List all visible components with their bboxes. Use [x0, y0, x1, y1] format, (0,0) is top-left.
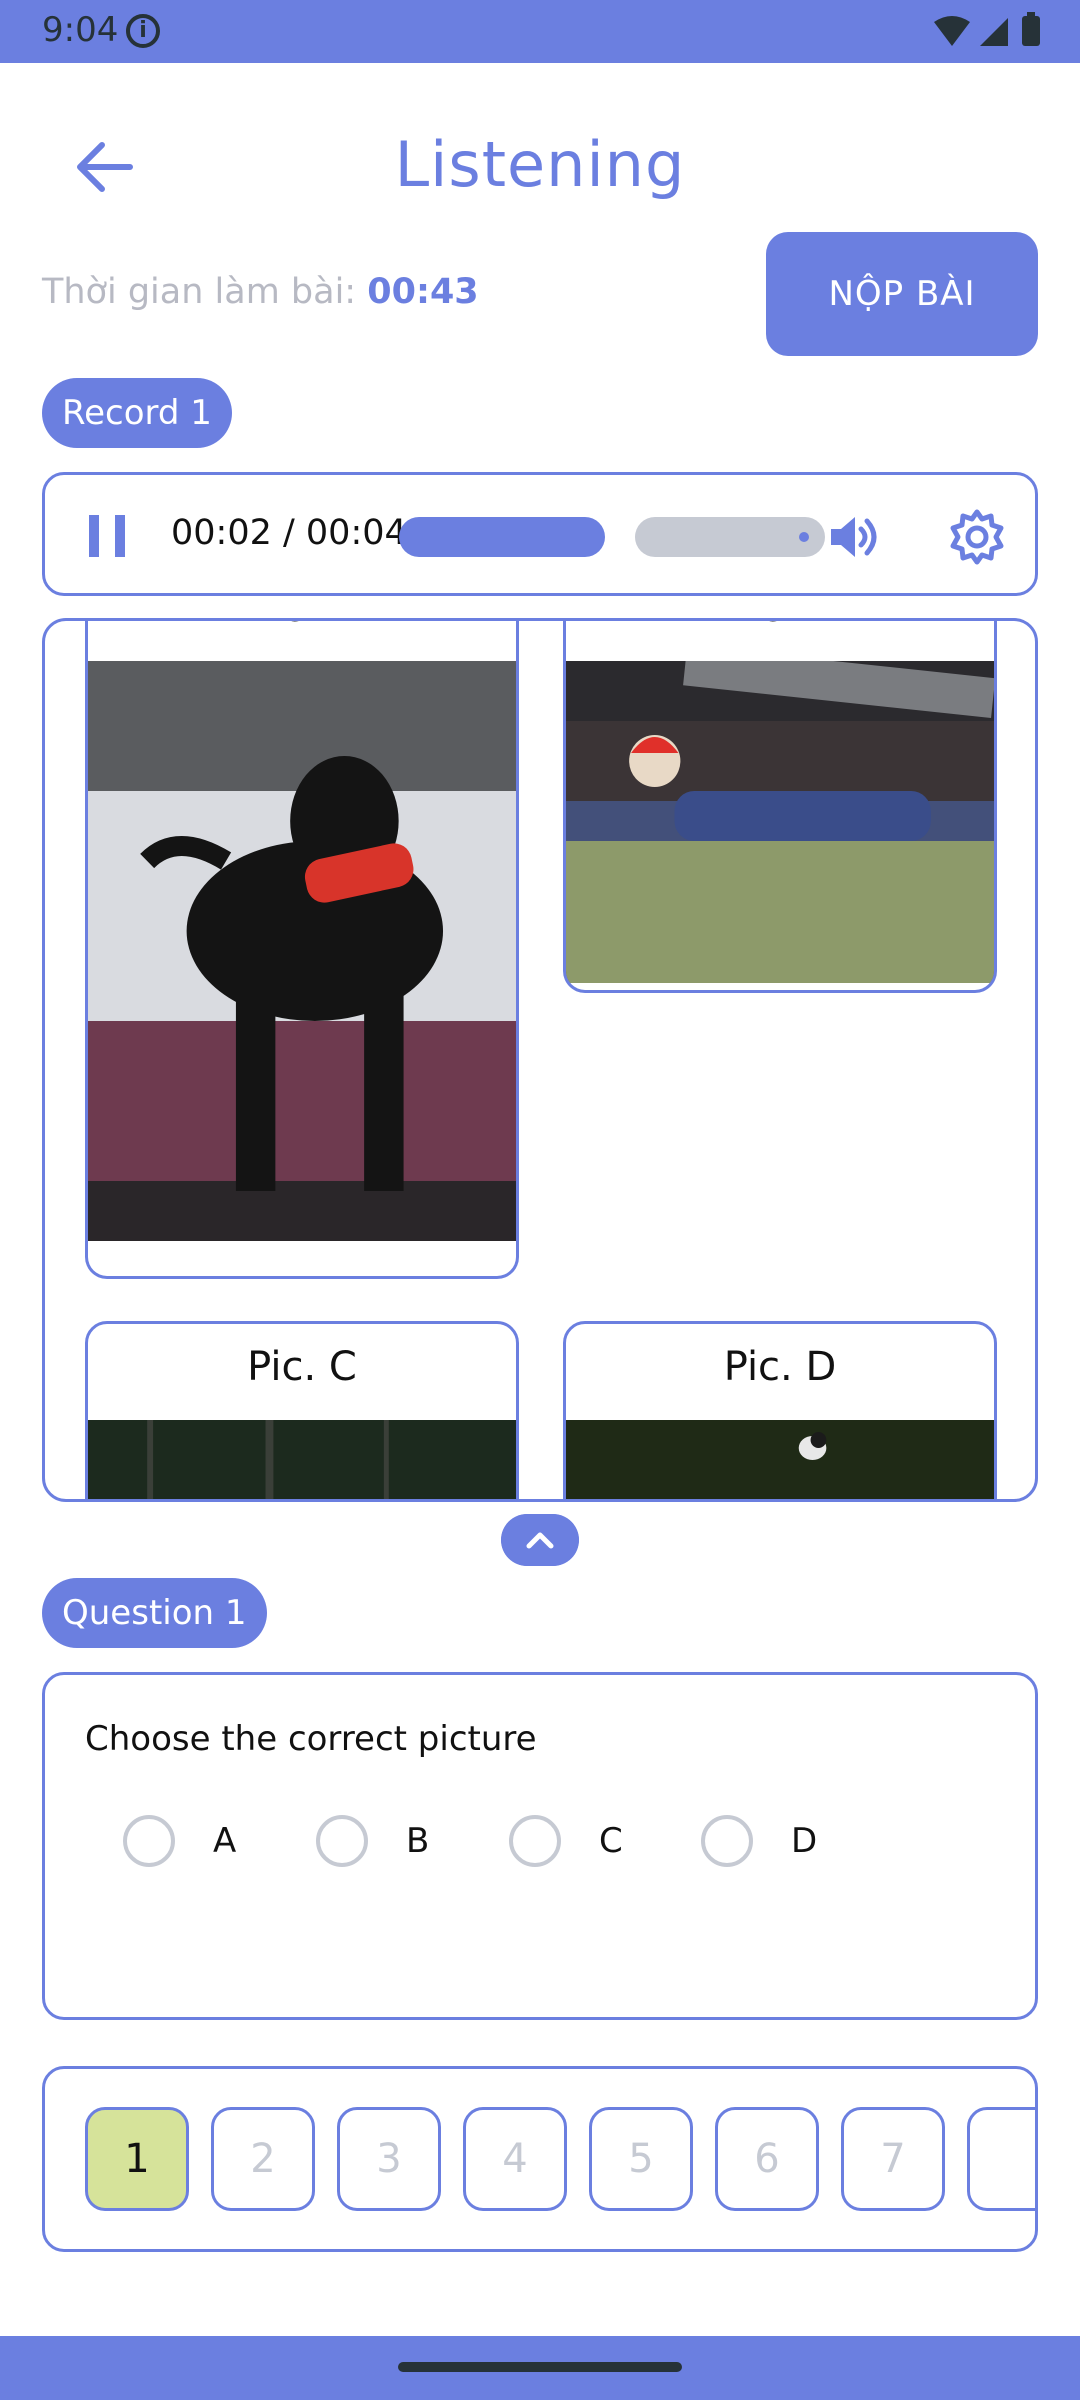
home-handle[interactable]	[398, 2362, 682, 2372]
picture-caption: Pic. C	[247, 1344, 357, 1390]
question-number-button-partial[interactable]	[967, 2107, 1035, 2211]
picture-image-dog	[88, 661, 516, 1241]
question-navigator[interactable]: 1 2 3 4 5 6 7	[42, 2066, 1038, 2252]
submit-button[interactable]: NỘP BÀI	[766, 232, 1038, 356]
question-prompt: Choose the correct picture	[85, 1719, 537, 1759]
audio-time: 00:02 / 00:04	[171, 513, 407, 553]
question-number-button[interactable]: 6	[715, 2107, 819, 2211]
radio-button[interactable]	[316, 1815, 368, 1867]
question-number-button[interactable]: 3	[337, 2107, 441, 2211]
navigation-bar	[0, 2336, 1080, 2400]
audio-player: 00:02 / 00:04	[42, 472, 1038, 596]
timer-value: 00:43	[367, 272, 479, 312]
option-c[interactable]: C	[509, 1815, 623, 1867]
picture-gallery[interactable]: Pic. A Pic. B Pic. C	[42, 618, 1038, 1502]
pause-icon[interactable]	[89, 515, 125, 557]
collapse-chevron-up-icon[interactable]	[501, 1514, 579, 1566]
audio-seek-track[interactable]	[635, 517, 825, 557]
settings-gear-icon[interactable]	[947, 507, 1007, 567]
option-a[interactable]: A	[123, 1815, 236, 1867]
option-label: B	[406, 1821, 430, 1861]
battery-icon	[1022, 16, 1040, 46]
picture-caption: Pic. B	[566, 621, 994, 631]
status-bar: 9:04 i	[0, 0, 1080, 63]
question-number-button[interactable]: 5	[589, 2107, 693, 2211]
system-icons	[934, 12, 1040, 46]
option-d[interactable]: D	[701, 1815, 817, 1867]
question-number-button[interactable]: 7	[841, 2107, 945, 2211]
option-label: A	[213, 1821, 237, 1861]
question-card: Choose the correct picture A B C D	[42, 1672, 1038, 2020]
question-number-button[interactable]: 4	[463, 2107, 567, 2211]
timer-label: Thời gian làm bài:	[42, 272, 357, 312]
wifi-icon	[934, 16, 970, 46]
radio-button[interactable]	[509, 1815, 561, 1867]
picture-caption: Pic. A	[88, 621, 516, 631]
record-label: Record 1	[42, 378, 232, 448]
question-label: Question 1	[42, 1578, 267, 1648]
picture-image-man-lying	[566, 661, 994, 983]
picture-card-a[interactable]: Pic. A	[85, 621, 519, 1279]
question-number-button[interactable]: 2	[211, 2107, 315, 2211]
picture-card-b[interactable]: Pic. B	[563, 621, 997, 993]
page-title: Listening	[394, 128, 686, 201]
volume-icon[interactable]	[825, 509, 881, 565]
picture-image-animal	[566, 1420, 994, 1499]
exam-timer: Thời gian làm bài: 00:43	[42, 272, 479, 312]
radio-button[interactable]	[701, 1815, 753, 1867]
audio-progress-bar[interactable]	[399, 517, 605, 557]
option-b[interactable]: B	[316, 1815, 429, 1867]
picture-card-d[interactable]: Pic. D	[563, 1321, 997, 1499]
question-number-button[interactable]: 1	[85, 2107, 189, 2211]
signal-icon	[980, 18, 1008, 46]
option-label: C	[599, 1821, 623, 1861]
info-icon: i	[126, 14, 160, 48]
picture-image-forest	[88, 1420, 516, 1499]
picture-caption: Pic. D	[723, 1344, 837, 1390]
picture-card-c[interactable]: Pic. C	[85, 1321, 519, 1499]
radio-button[interactable]	[123, 1815, 175, 1867]
status-time: 9:04	[42, 10, 119, 50]
option-label: D	[791, 1821, 818, 1861]
